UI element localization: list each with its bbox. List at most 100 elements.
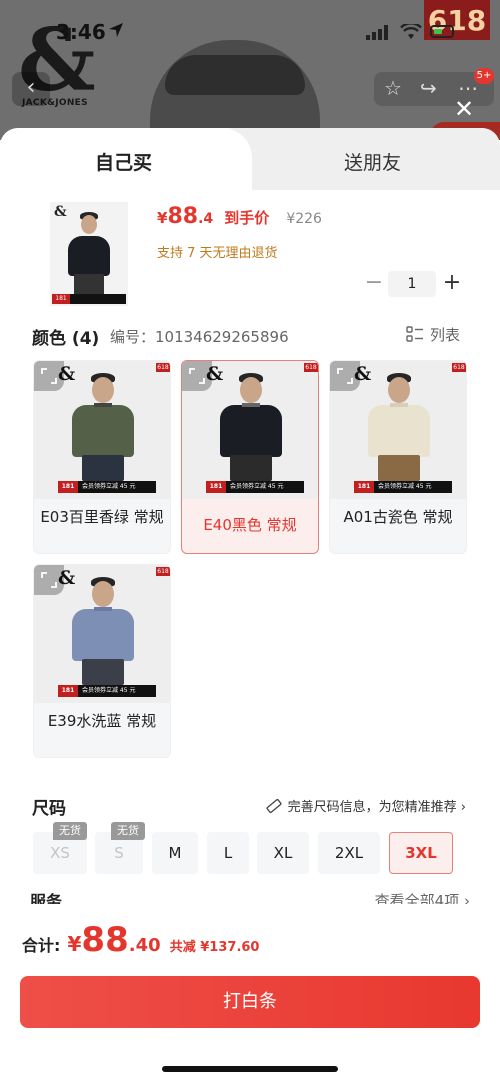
wifi-icon — [400, 24, 422, 39]
size-option-m[interactable]: M — [152, 832, 198, 874]
tab-buy-self-label: 自己买 — [95, 152, 153, 174]
size-section-header: 尺码 完善尺码信息，为您精准推荐 › — [32, 794, 472, 819]
swatch-bar-text: 会员领券立减 45 元 — [230, 483, 284, 490]
swatch-image: & 618 181 会员领券立减 45 元 — [34, 361, 170, 499]
swatch-bar-text: 会员领券立减 45 元 — [82, 687, 136, 694]
swatch-promo-bar: 181 会员领券立减 45 元 — [58, 481, 156, 493]
swatch-logo: & — [58, 363, 76, 385]
swatch-label: A01古瓷色 常规 — [343, 508, 453, 526]
home-indicator — [162, 1066, 338, 1072]
cellular-signal-icon — [366, 25, 388, 40]
list-view-label: 列表 — [429, 326, 460, 344]
total-price: 合计: ¥88.40 共减 ¥137.60 — [22, 920, 259, 960]
purchase-sheet: 送朋友 自己买 & 181 ¥88.4 到手价 ¥226 支持 7 天无理由退货… — [0, 128, 500, 1081]
size-recommend-text: 完善尺码信息，为您精准推荐 — [287, 800, 457, 815]
swatch-618-tag: 618 — [304, 363, 318, 372]
close-icon[interactable]: ✕ — [452, 97, 476, 122]
size-label: 2XL — [334, 844, 364, 862]
swatch-bar-badge: 181 — [354, 481, 374, 493]
size-option-xl[interactable]: XL — [257, 832, 309, 874]
swatch-bar-text: 会员领券立减 45 元 — [378, 483, 432, 490]
list-view-toggle[interactable]: 列表 — [406, 324, 460, 345]
checkout-footer: 合计: ¥88.40 共减 ¥137.60 打白条 — [0, 904, 500, 1081]
size-option-xs[interactable]: 无货 XS — [33, 822, 87, 874]
swatch-model-figure — [364, 373, 434, 481]
swatch-label: E39水洗蓝 常规 — [47, 712, 157, 730]
total-label: 合计: — [22, 936, 61, 955]
status-time: 3:46 — [56, 20, 106, 44]
total-savings: 共减 ¥137.60 — [169, 940, 260, 955]
size-label: S — [114, 844, 124, 862]
swatch-model-figure — [216, 373, 286, 481]
swatch-618-tag: 618 — [156, 567, 170, 576]
size-option-s[interactable]: 无货 S — [95, 822, 145, 874]
color-swatch-e40[interactable]: & 618 181 会员领券立减 45 元 E40黑色 常规 — [181, 360, 319, 554]
swatch-bar-badge: 181 — [58, 685, 78, 697]
price-label: 到手价 — [224, 209, 270, 227]
price-decimal: .4 — [198, 211, 214, 227]
out-of-stock-tag: 无货 — [111, 822, 145, 840]
color-swatch-e39[interactable]: & 618 181 会员领券立减 45 元 E39水洗蓝 常规 — [33, 564, 171, 758]
swatch-promo-bar: 181 会员领券立减 45 元 — [354, 481, 452, 493]
swatch-model-figure — [68, 577, 138, 685]
color-section-title: 颜色 (4) — [32, 329, 100, 349]
price-integer: 88 — [167, 204, 199, 229]
original-price: ¥226 — [286, 211, 322, 227]
swatch-model-figure — [68, 373, 138, 481]
purchase-tabs: 送朋友 自己买 — [0, 128, 500, 194]
baitiao-pay-button[interactable]: 打白条 — [20, 976, 480, 1028]
size-label: 3XL — [405, 844, 437, 862]
swatch-bar-text: 会员领券立减 45 元 — [82, 483, 136, 490]
out-of-stock-tag: 无货 — [53, 822, 87, 840]
color-swatch-a01[interactable]: & 618 181 会员领券立减 45 元 A01古瓷色 常规 — [329, 360, 467, 554]
swatch-logo: & — [58, 567, 76, 589]
swatch-618-tag: 618 — [452, 363, 466, 372]
swatch-promo-bar: 181 会员领券立减 45 元 — [58, 685, 156, 697]
price-line: ¥88.4 到手价 ¥226 — [157, 204, 322, 229]
swatch-image: & 618 181 会员领券立减 45 元 — [330, 361, 466, 499]
swatch-bar-badge: 181 — [58, 481, 78, 493]
color-section-header: 颜色 (4) 编号：10134629265896 列表 — [32, 324, 472, 349]
total-yen: ¥ — [67, 932, 82, 956]
size-option-3xl[interactable]: 3XL — [389, 832, 453, 874]
tab-buy-self[interactable]: 自己买 — [0, 128, 252, 194]
star-icon[interactable]: ☆ — [384, 76, 402, 100]
quantity-decrease-button[interactable]: − — [360, 269, 388, 299]
share-icon[interactable]: ↪ — [420, 76, 437, 100]
back-button[interactable]: ‹ — [12, 72, 50, 106]
battery-icon — [430, 25, 454, 38]
thumb-promo-bar: 181 — [52, 294, 126, 304]
swatch-logo: & — [206, 363, 224, 385]
tab-send-friend[interactable]: 送朋友 — [230, 128, 500, 190]
size-recommend-link[interactable]: 完善尺码信息，为您精准推荐 › — [266, 796, 466, 815]
swatch-image: & 618 181 会员领券立减 45 元 — [182, 361, 318, 499]
price-yen: ¥ — [157, 209, 168, 227]
location-arrow-icon — [109, 23, 123, 37]
swatch-bar-badge: 181 — [206, 481, 226, 493]
size-option-2xl[interactable]: 2XL — [318, 832, 380, 874]
color-swatch-e03[interactable]: & 618 181 会员领券立减 45 元 E03百里香绿 常规 — [33, 360, 171, 554]
product-thumbnail[interactable]: & 181 — [50, 202, 128, 306]
thumb-model-figure — [64, 212, 114, 302]
swatch-promo-bar: 181 会员领券立减 45 元 — [206, 481, 304, 493]
quantity-value[interactable]: 1 — [388, 271, 436, 297]
notification-badge: 5+ — [474, 68, 494, 84]
size-label: XL — [273, 844, 293, 862]
ruler-icon — [266, 798, 282, 814]
return-policy: 支持 7 天无理由退货 — [157, 246, 278, 261]
status-bar: 3:46 — [0, 0, 500, 60]
swatch-618-tag: 618 — [156, 363, 170, 372]
size-option-l[interactable]: L — [207, 832, 249, 874]
swatch-logo: & — [354, 363, 372, 385]
swatch-label: E03百里香绿 常规 — [40, 508, 164, 526]
quantity-increase-button[interactable]: + — [438, 269, 466, 299]
quantity-stepper: − 1 + — [360, 269, 470, 299]
size-label: XS — [50, 844, 70, 862]
swatch-image: & 618 181 会员领券立减 45 元 — [34, 565, 170, 703]
background-model-hair — [165, 55, 305, 95]
tab-send-friend-label: 送朋友 — [344, 152, 402, 174]
size-label: L — [223, 844, 233, 862]
total-integer: 88 — [81, 920, 129, 960]
size-section-title: 尺码 — [32, 799, 66, 819]
list-icon — [406, 326, 423, 342]
